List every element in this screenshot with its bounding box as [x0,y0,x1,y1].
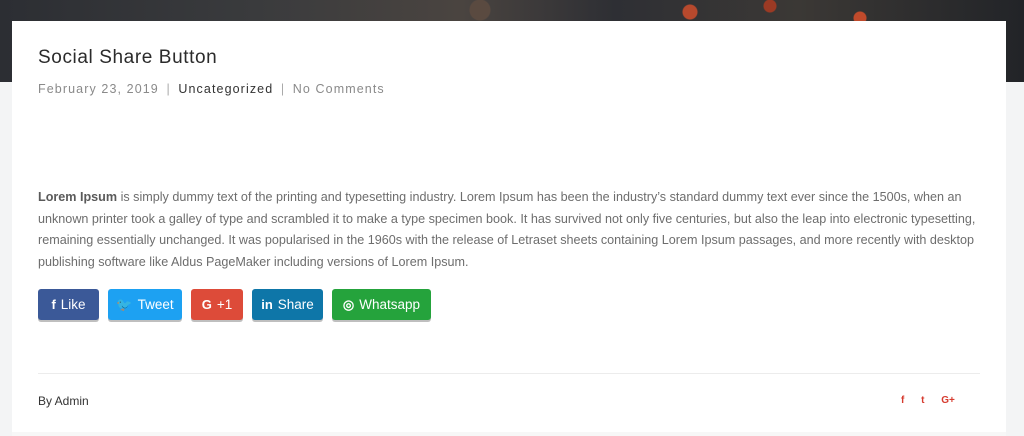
footer-divider [38,373,980,374]
post-card: Social Share Button February 23, 2019 | … [12,21,1006,436]
linkedin-share-label: Share [277,297,314,312]
twitter-tweet-label: Tweet [137,297,174,312]
post-title: Social Share Button [38,47,218,68]
google-plus-button[interactable]: G +1 [191,289,243,320]
linkedin-icon: in [261,297,273,312]
google-plus-label: +1 [216,297,233,312]
content-body: is simply dummy text of the printing and… [38,190,976,269]
facebook-icon[interactable]: f [901,395,904,406]
twitter-tweet-button[interactable]: 🐦 Tweet [108,289,182,320]
linkedin-share-button[interactable]: in Share [252,289,323,320]
category-link[interactable]: Uncategorized [178,82,273,96]
google-plus-icon: G [201,297,212,312]
meta-separator: | [280,82,286,96]
whatsapp-label: Whatsapp [359,297,421,312]
twitter-icon[interactable]: t [921,395,924,406]
post-author: By Admin [38,394,89,408]
whatsapp-share-button[interactable]: ◎ Whatsapp [332,289,431,320]
footer-share-icons: f t G+ [901,395,969,406]
facebook-icon: f [51,297,56,312]
facebook-like-label: Like [60,297,86,312]
facebook-like-button[interactable]: f Like [38,289,99,320]
twitter-icon: 🐦 [116,296,133,312]
post-meta: February 23, 2019 | Uncategorized | No C… [38,82,385,96]
post-date: February 23, 2019 [38,82,159,96]
google-plus-icon[interactable]: G+ [941,395,955,406]
card-bottom-edge [12,432,1006,436]
post-content: Lorem Ipsum is simply dummy text of the … [38,187,988,273]
comments-link[interactable]: No Comments [293,82,385,96]
meta-separator: | [166,82,171,96]
whatsapp-icon: ◎ [342,296,355,312]
content-lead: Lorem Ipsum [38,190,118,204]
